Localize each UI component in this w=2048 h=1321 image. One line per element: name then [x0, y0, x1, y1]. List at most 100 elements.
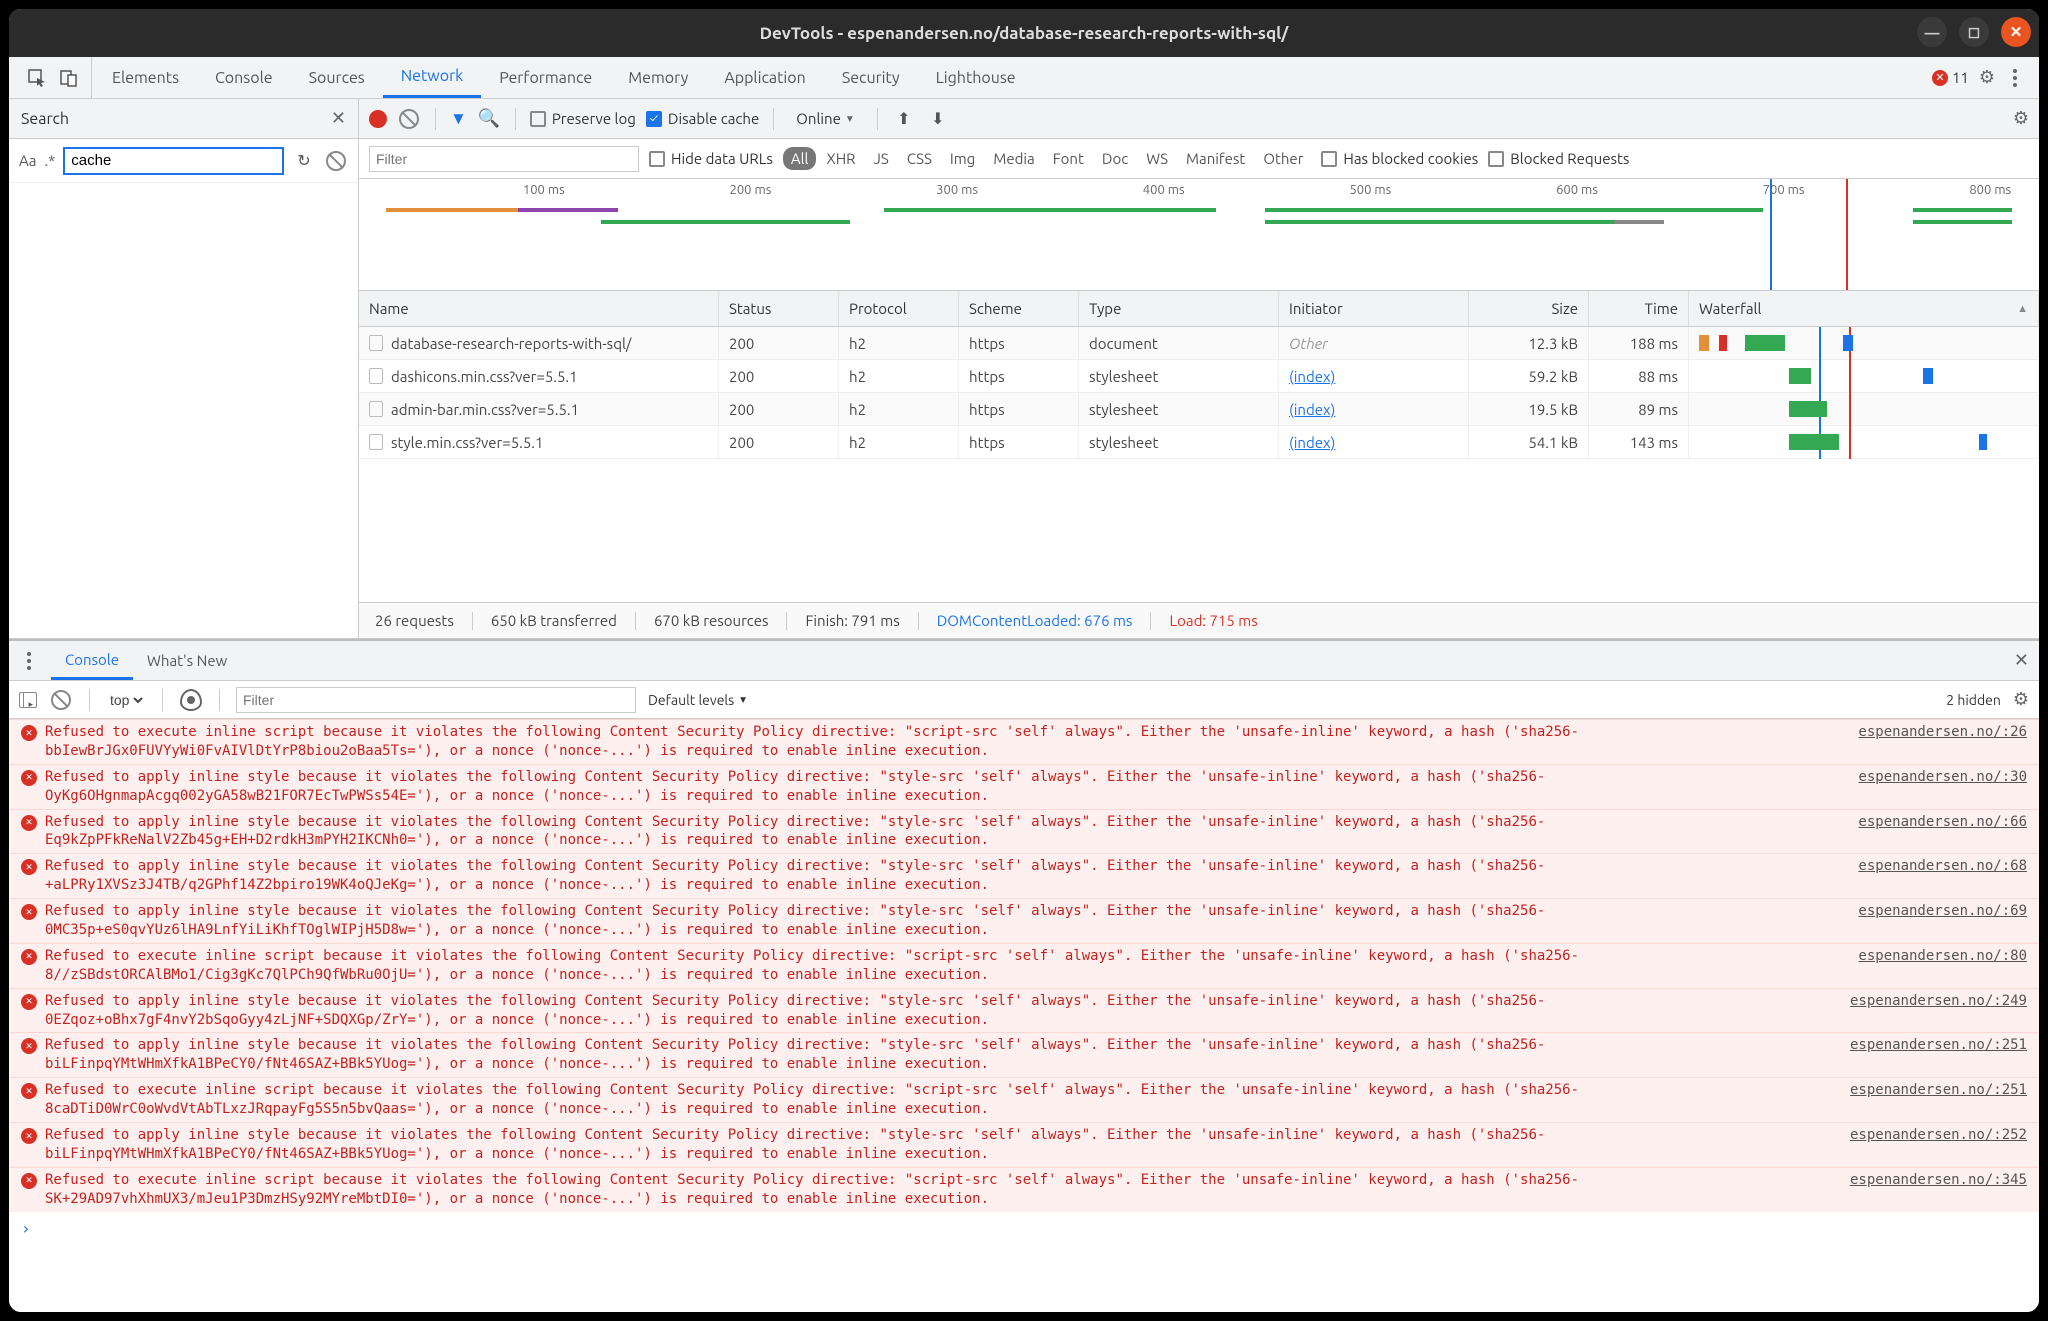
- match-case-toggle[interactable]: Aa: [19, 152, 36, 169]
- console-error-message[interactable]: ✕ Refused to apply inline style because …: [9, 853, 2039, 898]
- type-chip-doc[interactable]: Doc: [1094, 147, 1136, 170]
- gear-icon[interactable]: ⚙: [1979, 67, 1995, 88]
- source-link[interactable]: espenandersen.no/:252: [1850, 1126, 2027, 1164]
- sidebar-toggle-icon[interactable]: ▸: [19, 692, 37, 708]
- disable-cache-checkbox[interactable]: ✓Disable cache: [646, 110, 759, 127]
- timeline-overview[interactable]: 100 ms200 ms300 ms400 ms500 ms600 ms700 …: [359, 179, 2039, 291]
- inspect-icon[interactable]: [25, 66, 49, 90]
- error-count-badge[interactable]: ✕ 11: [1932, 69, 1969, 86]
- blocked-cookies-checkbox[interactable]: Has blocked cookies: [1321, 150, 1478, 167]
- record-button[interactable]: [369, 110, 387, 128]
- console-error-message[interactable]: ✕ Refused to apply inline style because …: [9, 898, 2039, 943]
- clear-icon[interactable]: [324, 149, 348, 173]
- col-protocol[interactable]: Protocol: [839, 291, 959, 326]
- col-name[interactable]: Name: [359, 291, 719, 326]
- close-icon[interactable]: ✕: [331, 108, 346, 129]
- console-error-message[interactable]: ✕ Refused to execute inline script becau…: [9, 1077, 2039, 1122]
- type-chip-other[interactable]: Other: [1255, 147, 1311, 170]
- tab-lighthouse[interactable]: Lighthouse: [918, 57, 1034, 98]
- upload-icon[interactable]: ⬆: [892, 107, 916, 131]
- tab-console[interactable]: Console: [197, 57, 291, 98]
- maximize-button[interactable]: ◻: [1959, 17, 1989, 47]
- tab-memory[interactable]: Memory: [610, 57, 706, 98]
- col-waterfall[interactable]: Waterfall▲: [1689, 291, 2039, 326]
- type-chip-xhr[interactable]: XHR: [818, 147, 863, 170]
- source-link[interactable]: espenandersen.no/:68: [1858, 857, 2027, 895]
- col-size[interactable]: Size: [1469, 291, 1589, 326]
- type-chip-media[interactable]: Media: [985, 147, 1042, 170]
- source-link[interactable]: espenandersen.no/:251: [1850, 1036, 2027, 1074]
- source-link[interactable]: espenandersen.no/:30: [1858, 768, 2027, 806]
- clear-button[interactable]: [397, 107, 421, 131]
- console-messages[interactable]: ✕ Refused to execute inline script becau…: [9, 719, 2039, 1312]
- col-status[interactable]: Status: [719, 291, 839, 326]
- console-filter-input[interactable]: [236, 687, 636, 713]
- close-button[interactable]: ✕: [2001, 17, 2031, 47]
- filter-input[interactable]: [369, 146, 639, 172]
- console-error-message[interactable]: ✕ Refused to apply inline style because …: [9, 764, 2039, 809]
- throttle-select[interactable]: Online ▼: [788, 106, 863, 132]
- type-chip-manifest[interactable]: Manifest: [1178, 147, 1253, 170]
- console-error-message[interactable]: ✕ Refused to execute inline script becau…: [9, 719, 2039, 764]
- col-scheme[interactable]: Scheme: [959, 291, 1079, 326]
- console-prompt[interactable]: ›: [9, 1212, 2039, 1246]
- context-select[interactable]: top: [106, 691, 146, 709]
- live-expression-icon[interactable]: [179, 688, 203, 712]
- minimize-button[interactable]: —: [1917, 17, 1947, 47]
- clear-console-icon[interactable]: [49, 688, 73, 712]
- source-link[interactable]: espenandersen.no/:345: [1850, 1171, 2027, 1209]
- download-icon[interactable]: ⬇: [926, 107, 950, 131]
- regex-toggle[interactable]: .*: [44, 152, 55, 169]
- table-row[interactable]: dashicons.min.css?ver=5.5.1 200 h2 https…: [359, 360, 2039, 393]
- source-link[interactable]: espenandersen.no/:69: [1858, 902, 2027, 940]
- refresh-icon[interactable]: ↻: [292, 149, 316, 173]
- col-initiator[interactable]: Initiator: [1279, 291, 1469, 326]
- console-error-message[interactable]: ✕ Refused to apply inline style because …: [9, 809, 2039, 854]
- source-link[interactable]: espenandersen.no/:249: [1850, 992, 2027, 1030]
- search-icon[interactable]: 🔍: [477, 107, 501, 131]
- tab-elements[interactable]: Elements: [94, 57, 197, 98]
- tab-security[interactable]: Security: [824, 57, 918, 98]
- close-icon[interactable]: ✕: [2014, 650, 2029, 671]
- table-row[interactable]: database-research-reports-with-sql/ 200 …: [359, 327, 2039, 360]
- tab-sources[interactable]: Sources: [291, 57, 383, 98]
- type-chip-all[interactable]: All: [783, 147, 817, 170]
- blocked-requests-checkbox[interactable]: Blocked Requests: [1488, 150, 1629, 167]
- type-chip-img[interactable]: Img: [942, 147, 983, 170]
- hide-data-urls-checkbox[interactable]: Hide data URLs: [649, 150, 773, 167]
- tab-application[interactable]: Application: [706, 57, 824, 98]
- kebab-icon[interactable]: [2005, 69, 2025, 87]
- source-link[interactable]: espenandersen.no/:251: [1850, 1081, 2027, 1119]
- console-error-message[interactable]: ✕ Refused to execute inline script becau…: [9, 943, 2039, 988]
- console-error-message[interactable]: ✕ Refused to apply inline style because …: [9, 988, 2039, 1033]
- drawer-menu-icon[interactable]: [19, 652, 39, 670]
- type-chip-css[interactable]: CSS: [899, 147, 940, 170]
- preserve-log-checkbox[interactable]: Preserve log: [530, 110, 636, 127]
- source-link[interactable]: espenandersen.no/:66: [1858, 813, 2027, 851]
- type-chip-ws[interactable]: WS: [1138, 147, 1176, 170]
- console-error-message[interactable]: ✕ Refused to execute inline script becau…: [9, 1167, 2039, 1212]
- console-error-message[interactable]: ✕ Refused to apply inline style because …: [9, 1122, 2039, 1167]
- drawer-tab-console[interactable]: Console: [51, 641, 133, 680]
- source-link[interactable]: espenandersen.no/:26: [1858, 723, 2027, 761]
- device-icon[interactable]: [57, 66, 81, 90]
- col-type[interactable]: Type: [1079, 291, 1279, 326]
- tab-performance[interactable]: Performance: [481, 57, 610, 98]
- error-icon: ✕: [21, 1173, 37, 1189]
- search-input[interactable]: [63, 147, 284, 175]
- col-time[interactable]: Time: [1589, 291, 1689, 326]
- type-chip-js[interactable]: JS: [866, 147, 897, 170]
- drawer-tab-what-s-new[interactable]: What's New: [133, 641, 241, 680]
- gear-icon[interactable]: ⚙: [2013, 108, 2029, 129]
- hidden-count[interactable]: 2 hidden: [1946, 692, 2001, 708]
- table-row[interactable]: style.min.css?ver=5.5.1 200 h2 https sty…: [359, 426, 2039, 459]
- window-title: DevTools - espenandersen.no/database-res…: [760, 24, 1289, 43]
- type-chip-font[interactable]: Font: [1045, 147, 1092, 170]
- levels-select[interactable]: Default levels ▼: [648, 692, 748, 708]
- gear-icon[interactable]: ⚙: [2013, 689, 2029, 710]
- filter-icon[interactable]: ▼: [450, 109, 467, 129]
- console-error-message[interactable]: ✕ Refused to apply inline style because …: [9, 1032, 2039, 1077]
- source-link[interactable]: espenandersen.no/:80: [1858, 947, 2027, 985]
- table-row[interactable]: admin-bar.min.css?ver=5.5.1 200 h2 https…: [359, 393, 2039, 426]
- tab-network[interactable]: Network: [383, 57, 481, 98]
